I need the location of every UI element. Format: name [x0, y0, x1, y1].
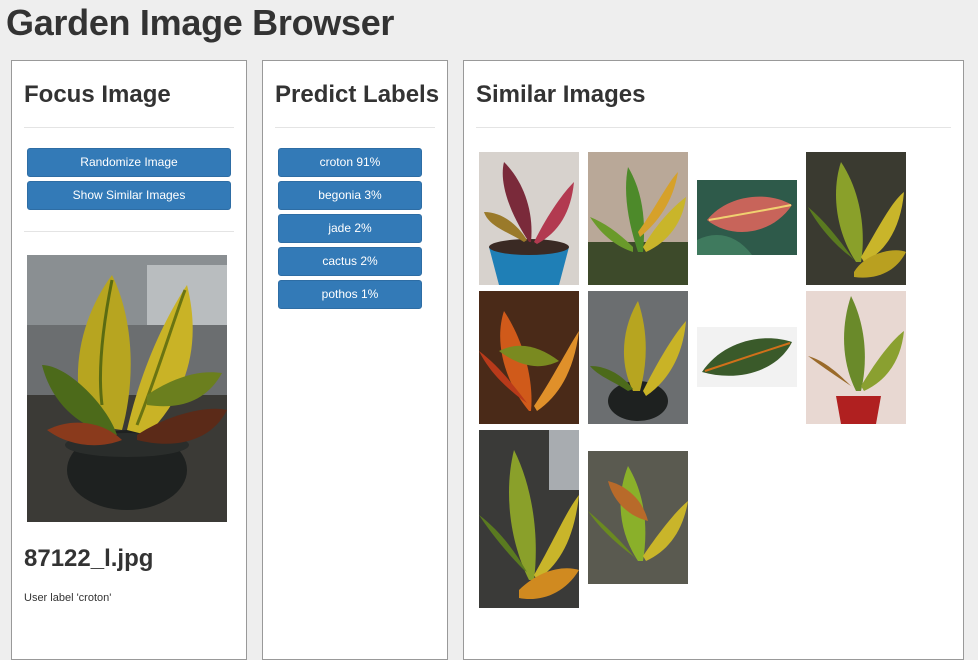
focus-image-panel: Focus Image Randomize Image Show Similar…	[11, 60, 247, 660]
divider	[24, 231, 234, 232]
divider	[476, 127, 951, 128]
app-title: Garden Image Browser	[6, 2, 395, 43]
focus-image	[27, 255, 227, 522]
similar-image-thumbnail[interactable]	[588, 451, 688, 584]
similar-image-thumbnail[interactable]	[697, 327, 797, 387]
show-similar-images-button[interactable]: Show Similar Images	[27, 181, 231, 210]
similar-image-thumbnail[interactable]	[697, 180, 797, 255]
label-button-begonia[interactable]: begonia 3%	[278, 181, 422, 210]
similar-images-heading: Similar Images	[476, 81, 646, 108]
divider	[24, 127, 234, 128]
predict-labels-heading: Predict Labels	[275, 81, 440, 108]
similar-image-thumbnail[interactable]	[479, 430, 579, 608]
similar-image-thumbnail[interactable]	[479, 291, 579, 424]
randomize-image-button[interactable]: Randomize Image	[27, 148, 231, 177]
label-button-cactus[interactable]: cactus 2%	[278, 247, 422, 276]
focus-image-heading: Focus Image	[24, 81, 171, 108]
similar-image-thumbnail[interactable]	[588, 152, 688, 285]
predict-labels-panel: Predict Labels croton 91% begonia 3% jad…	[262, 60, 448, 660]
label-button-jade[interactable]: jade 2%	[278, 214, 422, 243]
divider	[275, 127, 435, 128]
similar-image-thumbnail[interactable]	[588, 291, 688, 424]
similar-image-thumbnail[interactable]	[806, 291, 906, 424]
similar-image-thumbnail[interactable]	[479, 152, 579, 285]
similar-images-panel: Similar Images	[463, 60, 964, 660]
user-label-text: User label 'croton'	[24, 592, 112, 604]
label-button-croton[interactable]: croton 91%	[278, 148, 422, 177]
similar-image-thumbnail[interactable]	[806, 152, 906, 285]
label-button-pothos[interactable]: pothos 1%	[278, 280, 422, 309]
focus-filename: 87122_l.jpg	[24, 545, 154, 572]
